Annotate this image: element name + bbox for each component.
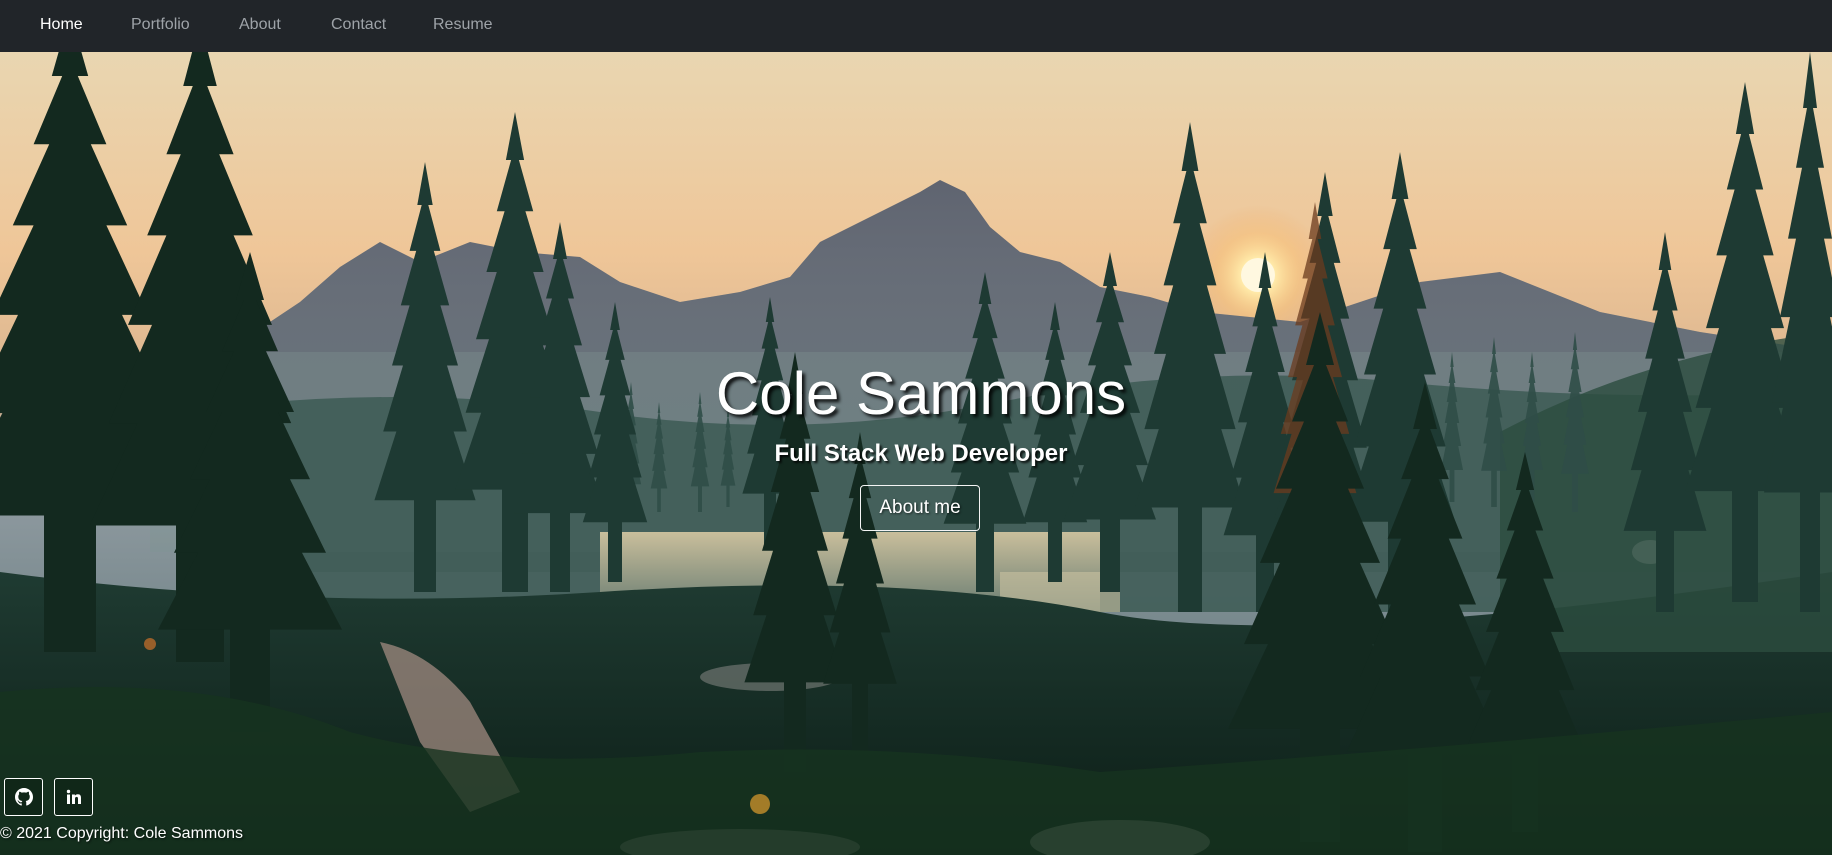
github-icon — [14, 788, 33, 806]
about-me-button[interactable]: About me — [860, 485, 980, 531]
hero-section: Cole Sammons Full Stack Web Developer Ab… — [0, 52, 1832, 855]
linkedin-link-button[interactable] — [54, 778, 93, 816]
nav-link-resume[interactable]: Resume — [433, 0, 493, 52]
top-navbar: Home Portfolio About Contact Resume — [0, 0, 1832, 52]
page: Home Portfolio About Contact Resume Cole… — [0, 0, 1832, 855]
linkedin-icon — [66, 789, 81, 804]
nav-link-home[interactable]: Home — [40, 0, 83, 52]
hero-name: Cole Sammons — [715, 360, 1127, 427]
hero-content: Cole Sammons Full Stack Web Developer Ab… — [0, 52, 1832, 855]
copyright-text: © 2021 Copyright: Cole Sammons — [0, 825, 244, 842]
nav-link-contact[interactable]: Contact — [331, 0, 386, 52]
nav-link-portfolio[interactable]: Portfolio — [131, 0, 190, 52]
nav-link-about[interactable]: About — [239, 0, 281, 52]
github-link-button[interactable] — [4, 778, 43, 816]
hero-subtitle: Full Stack Web Developer — [774, 440, 1068, 467]
